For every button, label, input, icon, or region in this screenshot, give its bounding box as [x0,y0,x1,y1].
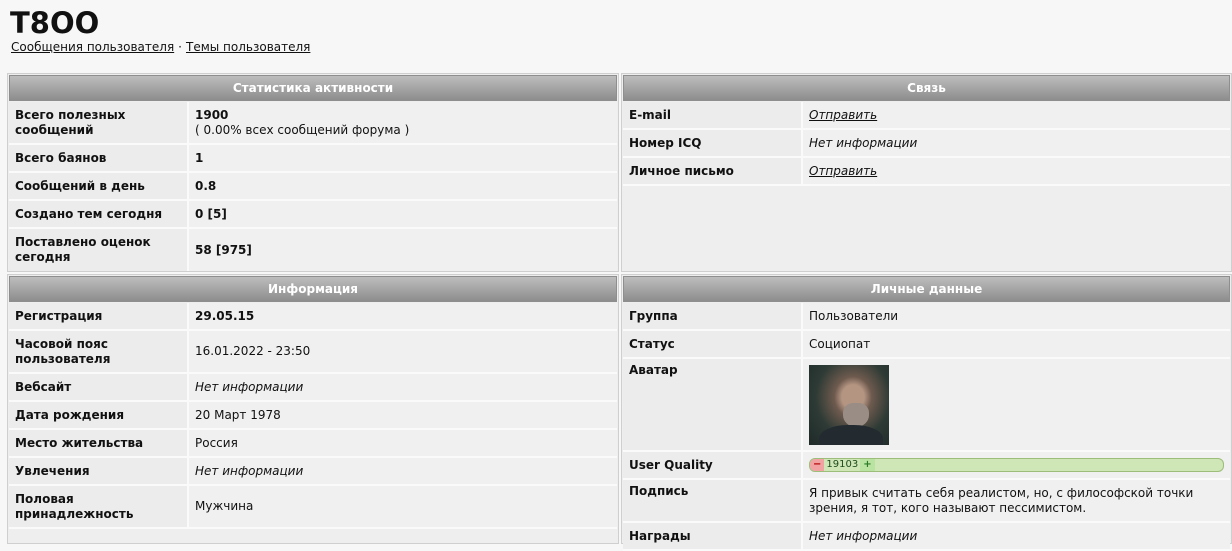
send-email-link[interactable]: Отправить [809,108,1224,123]
field-label: Статус [623,331,803,357]
field-value: 29.05.15 [189,303,617,329]
send-private-message-link[interactable]: Отправить [809,164,1224,179]
field-label: Личное письмо [623,158,803,184]
field-value: 1 [189,145,617,171]
table-row: E-mail Отправить [623,102,1230,130]
table-row: Увлечения Нет информации [9,458,617,486]
avatar [809,365,889,445]
table-row: Регистрация 29.05.15 [9,303,617,331]
field-label: Регистрация [9,303,189,329]
field-label: Вебсайт [9,374,189,400]
field-value: 0 [5] [189,201,617,227]
table-row: Часовой пояс пользователя 16.01.2022 - 2… [9,331,617,374]
table-row: Награды Нет информации [623,523,1230,551]
table-row: Аватар [623,359,1230,452]
table-row: Всего полезных сообщений 1900 ( 0.00% вс… [9,102,617,145]
field-value: Нет информации [189,458,617,484]
table-row: Подпись Я привык считать себя реалистом,… [623,480,1230,523]
field-label: Всего баянов [9,145,189,171]
user-messages-link[interactable]: Сообщения пользователя [11,40,174,54]
page-title: T8OO [10,6,100,40]
field-label: Дата рождения [9,402,189,428]
table-row: Вебсайт Нет информации [9,374,617,402]
table-row: Всего баянов 1 [9,145,617,173]
field-value: Нет информации [803,130,1230,156]
field-value: Отправить [803,158,1230,184]
contact-header: Связь [623,75,1230,101]
profile-links: Сообщения пользователя · Темы пользователя [11,40,310,54]
field-value: 1900 ( 0.00% всех сообщений форума ) [189,102,617,143]
table-row: User Quality − 19103 + [623,452,1230,480]
field-label: Подпись [623,480,803,521]
field-value: Нет информации [189,374,617,400]
avatar-beard [843,403,869,427]
field-label: E-mail [623,102,803,128]
minus-icon[interactable]: − [810,459,825,471]
field-label: User Quality [623,452,803,478]
field-label: Группа [623,303,803,329]
table-row: Создано тем сегодня 0 [5] [9,201,617,229]
table-row: Место жительства Россия [9,430,617,458]
table-row: Группа Пользователи [623,303,1230,331]
user-quality-badge: − 19103 + [809,458,1224,472]
table-row: Половая принадлежность Мужчина [9,486,617,529]
field-label: Номер ICQ [623,130,803,156]
user-quality-value: 19103 [826,459,859,470]
field-value [803,359,1230,450]
field-label: Награды [623,523,803,549]
field-label: Создано тем сегодня [9,201,189,227]
field-value: Россия [189,430,617,456]
total-posts-share: ( 0.00% всех сообщений форума ) [195,122,410,137]
total-posts-value: 1900 [195,107,229,122]
information-header: Информация [9,276,617,302]
field-value: 0.8 [189,173,617,199]
table-row: Сообщений в день 0.8 [9,173,617,201]
avatar-coat [819,425,883,445]
field-value: 20 Март 1978 [189,402,617,428]
field-value: Я привык считать себя реалистом, но, с ф… [803,480,1230,521]
field-value: Отправить [803,102,1230,128]
table-row: Дата рождения 20 Март 1978 [9,402,617,430]
field-label: Половая принадлежность [9,486,189,527]
field-value: 58 [975] [189,229,617,271]
field-label: Увлечения [9,458,189,484]
activity-stats-header: Статистика активности [9,75,617,101]
field-value: − 19103 + [803,452,1230,478]
table-row: Личное письмо Отправить [623,158,1230,186]
field-label: Поставлено оценок сегодня [9,229,189,271]
field-label: Часовой пояс пользователя [9,331,189,372]
field-value: Мужчина [189,486,617,527]
table-row: Статус Социопат [623,331,1230,359]
personal-data-panel: Личные данные Группа Пользователи Статус… [621,274,1232,551]
information-panel: Информация Регистрация 29.05.15 Часовой … [7,274,619,544]
field-label: Всего полезных сообщений [9,102,189,143]
field-label: Сообщений в день [9,173,189,199]
plus-icon[interactable]: + [860,459,875,471]
field-value: 16.01.2022 - 23:50 [189,331,617,372]
field-value: Пользователи [803,303,1230,329]
table-row: Номер ICQ Нет информации [623,130,1230,158]
user-topics-link[interactable]: Темы пользователя [186,40,310,54]
personal-data-header: Личные данные [623,276,1230,302]
link-separator: · [178,40,182,54]
table-row: Поставлено оценок сегодня 58 [975] [9,229,617,271]
field-label: Место жительства [9,430,189,456]
field-value: Социопат [803,331,1230,357]
activity-stats-panel: Статистика активности Всего полезных соо… [7,73,619,272]
field-label: Аватар [623,359,803,450]
contact-panel: Связь E-mail Отправить Номер ICQ Нет инф… [621,73,1232,272]
field-value: Нет информации [803,523,1230,549]
